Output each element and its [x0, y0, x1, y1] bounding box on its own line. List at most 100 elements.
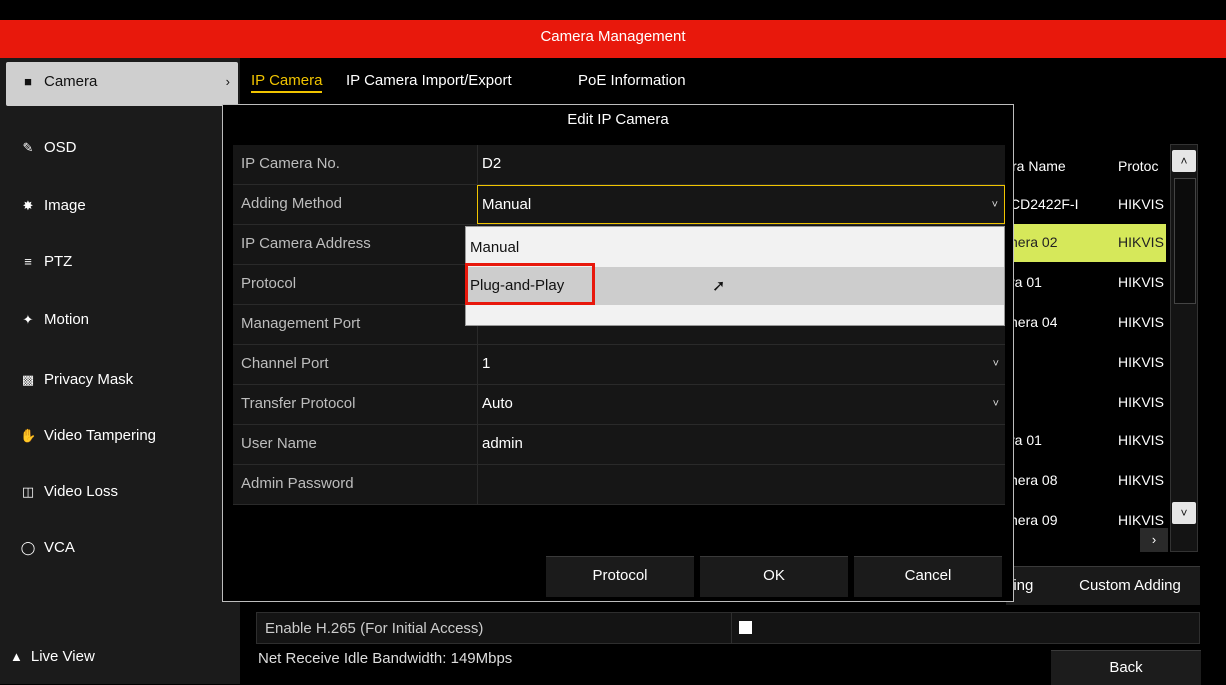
table-cell: ra 01: [1010, 274, 1042, 290]
privacy-mask-icon: ▩: [21, 372, 35, 387]
sidebar-item-label: Privacy Mask: [44, 371, 134, 388]
table-cell: HIKVIS: [1118, 314, 1164, 330]
ip-camera-no-value: D2: [477, 145, 1005, 184]
net-bandwidth-text: Net Receive Idle Bandwidth: 149Mbps: [258, 650, 513, 667]
field-value: 1: [482, 355, 491, 372]
protocol-button[interactable]: Protocol: [546, 556, 694, 597]
h265-row: Enable H.265 (For Initial Access): [256, 612, 1200, 644]
field-ip-camera-no: IP Camera No. D2: [233, 145, 1005, 185]
field-transfer-protocol: Transfer Protocol Auto ˅: [233, 385, 1005, 425]
sidebar-item-label: Image: [44, 197, 86, 214]
scroll-down-button[interactable]: ˅: [1172, 502, 1196, 524]
table-cell: nera 04: [1010, 314, 1058, 330]
vca-icon: ◯: [20, 540, 36, 555]
cancel-button[interactable]: Cancel: [854, 556, 1002, 597]
page-title: Camera Management: [540, 28, 686, 45]
osd-icon: ✎: [22, 140, 34, 155]
sidebar-item-label: Video Loss: [44, 483, 118, 500]
motion-icon: ✦: [22, 312, 34, 327]
table-cell: nera 08: [1010, 472, 1058, 488]
table-cell: HIKVIS: [1118, 432, 1164, 448]
field-label: Protocol: [241, 275, 297, 292]
one-touch-adding-button[interactable]: ling: [1006, 566, 1060, 605]
sidebar-item-osd[interactable]: ✎ OSD: [6, 128, 238, 172]
video-loss-icon: ◫: [21, 484, 35, 499]
sidebar: ■ Camera › ✎ OSD ✸ Image ≡ PTZ ✦ Motion ▩ Priv…: [0, 58, 240, 684]
tab-poe-information[interactable]: PoE Information: [578, 72, 686, 89]
table-cell: nera 02: [1010, 234, 1058, 250]
scroll-up-button[interactable]: ˄: [1172, 150, 1196, 172]
dialog-title: Edit IP Camera: [567, 111, 669, 128]
table-cell: HIKVIS: [1118, 234, 1164, 250]
field-channel-port: Channel Port 1 ˅: [233, 345, 1005, 385]
field-label: Management Port: [241, 315, 361, 332]
column-header-protocol[interactable]: Protoc: [1118, 158, 1166, 174]
field-admin-password: Admin Password: [233, 465, 1005, 505]
chevron-right-icon: ›: [1151, 532, 1157, 547]
column-header-camera-name[interactable]: ra Name: [1012, 158, 1066, 174]
sidebar-item-image[interactable]: ✸ Image: [6, 186, 238, 230]
home-icon: ▲: [10, 649, 23, 664]
sidebar-item-ptz[interactable]: ≡ PTZ: [6, 242, 238, 286]
admin-password-input[interactable]: [477, 465, 1005, 504]
ok-button[interactable]: OK: [700, 556, 848, 597]
table-cell: CD2422F-I: [1010, 196, 1079, 212]
sidebar-item-label: Motion: [44, 311, 90, 328]
field-label: User Name: [241, 435, 317, 452]
field-value: Manual: [482, 196, 532, 213]
scrollbar-thumb[interactable]: [1174, 178, 1196, 304]
user-name-input[interactable]: admin: [477, 425, 1005, 464]
chevron-down-icon: ˅: [1180, 506, 1188, 520]
live-view-label: Live View: [30, 648, 95, 665]
edit-ip-camera-dialog: Edit IP Camera IP Camera No. D2 Adding M…: [222, 104, 1014, 602]
field-value: admin: [482, 435, 523, 452]
field-label: IP Camera Address: [241, 235, 371, 252]
tab-ip-camera-import-export[interactable]: IP Camera Import/Export: [346, 72, 512, 89]
field-user-name: User Name admin: [233, 425, 1005, 465]
sidebar-item-label: PTZ: [44, 253, 73, 270]
table-cell: HIKVIS: [1118, 394, 1164, 410]
sidebar-item-label: OSD: [44, 139, 77, 156]
table-cell: HIKVIS: [1118, 196, 1164, 212]
table-cell: HIKVIS: [1118, 472, 1164, 488]
next-page-button[interactable]: ›: [1140, 528, 1168, 552]
tab-ip-camera[interactable]: IP Camera: [251, 72, 323, 93]
chevron-right-icon: ›: [225, 74, 230, 89]
channel-port-select[interactable]: 1 ˅: [477, 345, 1005, 384]
sidebar-item-motion[interactable]: ✦ Motion: [6, 300, 238, 344]
sidebar-item-privacy-mask[interactable]: ▩ Privacy Mask: [6, 360, 238, 404]
sidebar-item-label: Video Tampering: [44, 427, 157, 444]
sidebar-item-vca[interactable]: ◯ VCA: [6, 528, 238, 572]
sidebar-item-camera[interactable]: ■ Camera ›: [6, 62, 238, 106]
table-cell: ra 01: [1010, 432, 1042, 448]
sidebar-item-video-tampering[interactable]: ✋ Video Tampering: [6, 416, 238, 460]
image-icon: ✸: [22, 198, 34, 213]
chevron-down-icon: ˅: [991, 199, 998, 211]
ptz-icon: ≡: [24, 254, 32, 269]
chevron-up-icon: ˄: [1180, 154, 1188, 168]
hand-icon: ✋: [20, 428, 37, 443]
back-button[interactable]: Back: [1051, 650, 1201, 685]
chevron-down-icon: ˅: [992, 358, 999, 370]
title-bar: Camera Management: [0, 20, 1226, 58]
table-cell: HIKVIS: [1118, 274, 1164, 290]
h265-checkbox[interactable]: [739, 621, 752, 634]
divider: [731, 613, 732, 643]
adding-method-select[interactable]: Manual ˅: [477, 185, 1005, 224]
field-label: Admin Password: [241, 475, 354, 492]
sidebar-item-label: Camera: [44, 73, 98, 90]
mouse-cursor-icon: ➚: [712, 278, 726, 295]
custom-adding-button[interactable]: Custom Adding: [1060, 566, 1200, 605]
table-cell: nera 09: [1010, 512, 1058, 528]
sidebar-item-label: VCA: [44, 539, 75, 556]
option-manual[interactable]: Manual: [466, 229, 1004, 267]
transfer-protocol-select[interactable]: Auto ˅: [477, 385, 1005, 424]
table-cell: HIKVIS: [1118, 354, 1164, 370]
field-value: Auto: [482, 395, 513, 412]
field-label: Adding Method: [241, 195, 342, 212]
h265-label: Enable H.265 (For Initial Access): [265, 620, 484, 637]
live-view-button[interactable]: ▲ Live View: [10, 648, 95, 665]
camera-icon: ■: [24, 74, 32, 89]
field-label: Channel Port: [241, 355, 329, 372]
sidebar-item-video-loss[interactable]: ◫ Video Loss: [6, 472, 238, 516]
